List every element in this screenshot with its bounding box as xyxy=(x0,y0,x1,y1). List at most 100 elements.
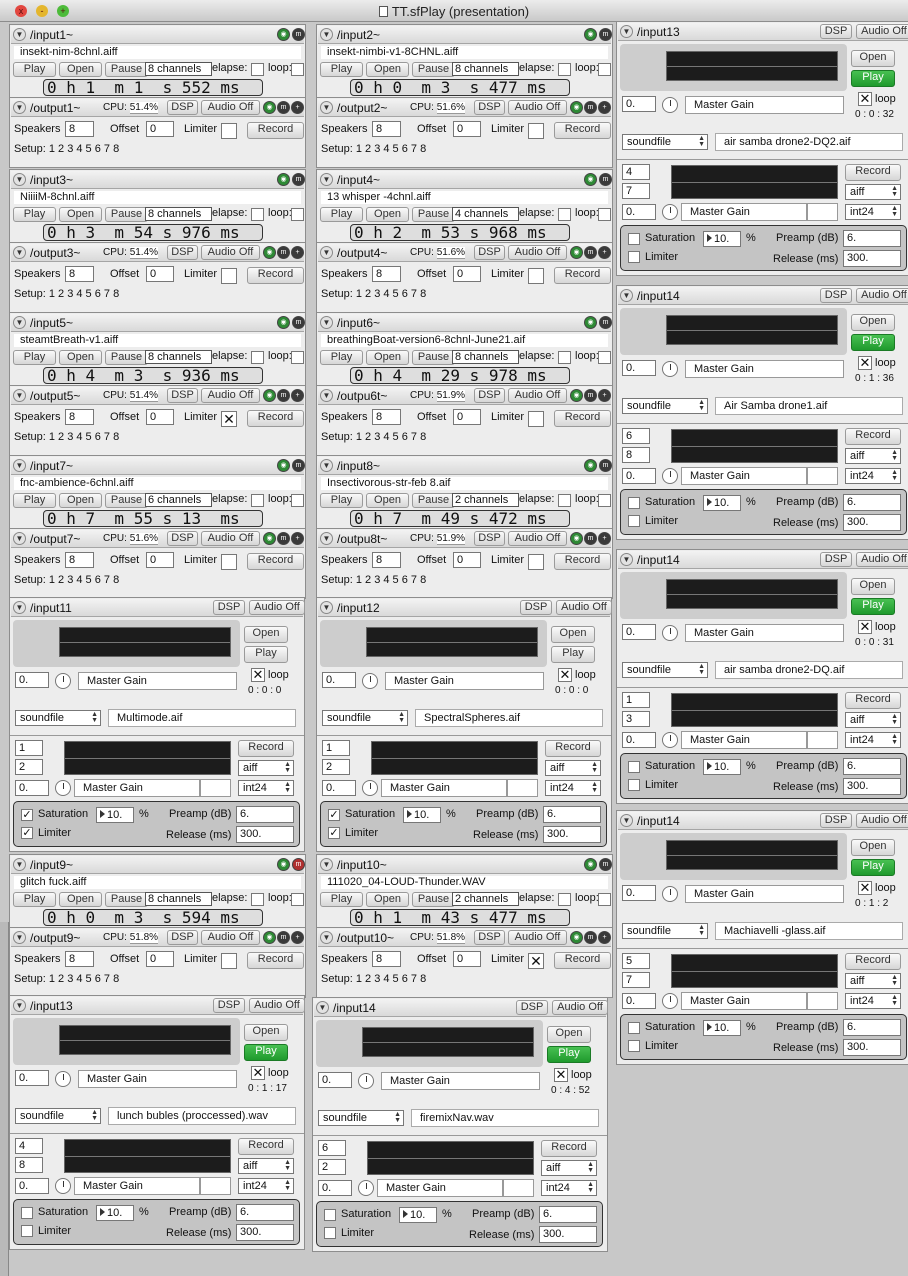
saturation-checkbox[interactable] xyxy=(628,233,640,245)
bit-depth-menu[interactable]: int24 ▲ ▼ xyxy=(845,204,901,220)
record-gain-knob[interactable] xyxy=(662,468,678,484)
play-button[interactable]: Play xyxy=(320,892,363,907)
open-button[interactable]: Open xyxy=(59,350,102,365)
collapse-triangle-icon[interactable]: ▼ xyxy=(320,389,333,402)
speaker-on-icon[interactable]: ◉ xyxy=(570,246,583,259)
saturation-checkbox[interactable]: ✓ xyxy=(21,809,33,821)
collapse-triangle-icon[interactable]: ▼ xyxy=(13,601,26,614)
add-icon[interactable]: + xyxy=(598,101,611,114)
file-format-menu[interactable]: aiff ▲ ▼ xyxy=(845,973,901,989)
record-button[interactable]: Record xyxy=(554,553,611,570)
record-gain-number[interactable]: 0. xyxy=(622,732,656,748)
offset-number-box[interactable]: 0 xyxy=(146,121,174,137)
record-gain-number[interactable]: 0. xyxy=(622,993,656,1009)
dsp-button[interactable]: DSP xyxy=(167,531,198,546)
record-channel-2[interactable]: 2 xyxy=(322,759,350,775)
speakers-number-box[interactable]: 8 xyxy=(65,552,94,568)
audio-off-button[interactable]: Audio Off xyxy=(856,24,908,39)
audio-off-button[interactable]: Audio Off xyxy=(556,600,612,615)
collapse-triangle-icon[interactable]: ▼ xyxy=(320,28,333,41)
record-gain-knob[interactable] xyxy=(55,780,71,796)
collapse-triangle-icon[interactable]: ▼ xyxy=(320,459,333,472)
loop-checkbox[interactable]: ✕ xyxy=(251,668,265,682)
collapse-triangle-icon[interactable]: ▼ xyxy=(13,101,26,114)
open-button[interactable]: Open xyxy=(244,1024,288,1041)
mute-icon[interactable]: m xyxy=(584,532,597,545)
release-number-box[interactable]: 300. xyxy=(236,826,294,843)
speaker-on-icon[interactable]: ◉ xyxy=(570,389,583,402)
release-number-box[interactable]: 300. xyxy=(843,778,901,795)
saturation-number-box[interactable]: 10. xyxy=(96,807,134,823)
open-button[interactable]: Open xyxy=(366,207,409,222)
gain-number-box[interactable]: 0. xyxy=(322,672,356,688)
add-icon[interactable]: + xyxy=(598,389,611,402)
limiter-checkbox[interactable] xyxy=(628,251,640,263)
open-button[interactable]: Open xyxy=(366,350,409,365)
loop-checkbox[interactable] xyxy=(598,351,611,364)
add-icon[interactable]: + xyxy=(291,532,304,545)
collapse-triangle-icon[interactable]: ▼ xyxy=(620,25,633,38)
limiter-checkbox[interactable]: ✓ xyxy=(328,827,340,839)
dsp-button[interactable]: DSP xyxy=(167,245,198,260)
play-button[interactable]: Play xyxy=(547,1046,591,1063)
record-channel-1[interactable]: 6 xyxy=(318,1140,346,1156)
collapse-triangle-icon[interactable]: ▼ xyxy=(13,173,26,186)
limiter-checkbox[interactable] xyxy=(528,268,544,284)
pause-button[interactable]: Pause xyxy=(412,493,455,508)
open-button[interactable]: Open xyxy=(59,207,102,222)
elapse-checkbox[interactable] xyxy=(558,351,571,364)
release-number-box[interactable]: 300. xyxy=(843,514,901,531)
limiter-checkbox[interactable] xyxy=(221,953,237,969)
loop-checkbox[interactable]: ✕ xyxy=(858,881,872,895)
soundfile-menu[interactable]: soundfile ▲ ▼ xyxy=(622,923,708,939)
gain-knob[interactable] xyxy=(55,1071,71,1087)
gain-number-box[interactable]: 0. xyxy=(622,96,656,112)
record-channel-1[interactable]: 1 xyxy=(15,740,43,756)
record-button[interactable]: Record xyxy=(845,692,901,709)
audio-off-button[interactable]: Audio Off xyxy=(508,100,567,115)
record-button[interactable]: Record xyxy=(247,952,304,969)
record-button[interactable]: Record xyxy=(541,1140,597,1157)
limiter-checkbox[interactable] xyxy=(628,1040,640,1052)
speaker-on-icon[interactable]: ◉ xyxy=(277,28,290,41)
speakers-number-box[interactable]: 8 xyxy=(372,266,401,282)
file-format-menu[interactable]: aiff ▲ ▼ xyxy=(541,1160,597,1176)
audio-off-button[interactable]: Audio Off xyxy=(508,388,567,403)
speaker-on-icon[interactable]: ◉ xyxy=(263,246,276,259)
pause-button[interactable]: Pause xyxy=(105,350,148,365)
pause-button[interactable]: Pause xyxy=(412,350,455,365)
collapse-triangle-icon[interactable]: ▼ xyxy=(620,553,633,566)
open-button[interactable]: Open xyxy=(366,892,409,907)
open-button[interactable]: Open xyxy=(851,578,895,595)
record-gain-number[interactable]: 0. xyxy=(318,1180,352,1196)
gain-number-box[interactable]: 0. xyxy=(622,885,656,901)
record-button[interactable]: Record xyxy=(845,164,901,181)
preamp-number-box[interactable]: 6. xyxy=(843,1019,901,1036)
record-gain-knob[interactable] xyxy=(362,780,378,796)
play-button[interactable]: Play xyxy=(13,62,56,77)
collapse-triangle-icon[interactable]: ▼ xyxy=(13,459,26,472)
dsp-button[interactable]: DSP xyxy=(474,100,505,115)
saturation-number-box[interactable]: 10. xyxy=(403,807,441,823)
gain-number-box[interactable]: 0. xyxy=(15,672,49,688)
saturation-checkbox[interactable] xyxy=(21,1207,33,1219)
dsp-button[interactable]: DSP xyxy=(474,930,505,945)
speaker-on-icon[interactable]: ◉ xyxy=(263,532,276,545)
collapse-triangle-icon[interactable]: ▼ xyxy=(320,173,333,186)
bit-depth-menu[interactable]: int24 ▲ ▼ xyxy=(238,780,294,796)
dsp-button[interactable]: DSP xyxy=(520,600,552,615)
add-icon[interactable]: + xyxy=(598,931,611,944)
dsp-button[interactable]: DSP xyxy=(167,930,198,945)
pause-button[interactable]: Pause xyxy=(105,207,148,222)
pause-button[interactable]: Pause xyxy=(412,892,455,907)
audio-off-button[interactable]: Audio Off xyxy=(856,813,908,828)
speaker-on-icon[interactable]: ◉ xyxy=(263,101,276,114)
gain-number-box[interactable]: 0. xyxy=(318,1072,352,1088)
record-channel-2[interactable]: 7 xyxy=(622,972,650,988)
record-gain-knob[interactable] xyxy=(55,1178,71,1194)
speaker-on-icon[interactable]: ◉ xyxy=(584,459,597,472)
collapse-triangle-icon[interactable]: ▼ xyxy=(620,814,633,827)
offset-number-box[interactable]: 0 xyxy=(146,552,174,568)
preamp-number-box[interactable]: 6. xyxy=(543,806,601,823)
offset-number-box[interactable]: 0 xyxy=(453,552,481,568)
